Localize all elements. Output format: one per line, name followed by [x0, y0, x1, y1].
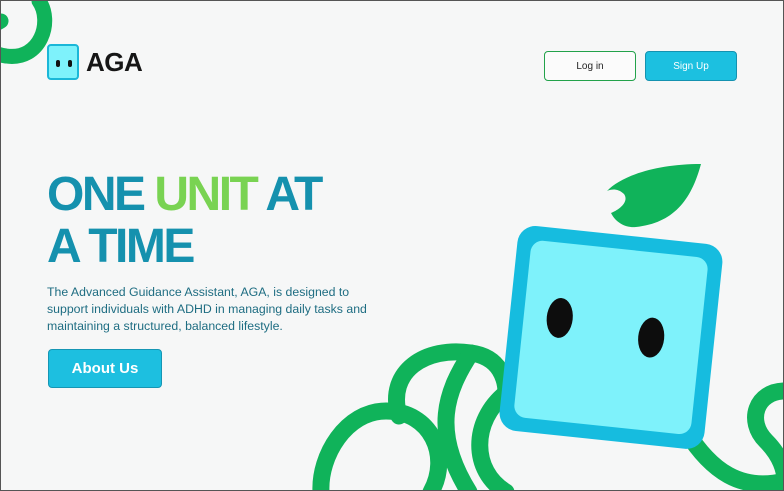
brand-logo[interactable]: AGA	[47, 44, 143, 80]
headline-line-1: ONE UNIT AT	[47, 168, 323, 221]
leaf-icon	[607, 164, 701, 228]
logo-left-eye	[56, 60, 60, 67]
vine-left	[312, 343, 515, 490]
logo-right-eye	[68, 60, 72, 67]
about-us-button[interactable]: About Us	[48, 349, 162, 388]
brand-name: AGA	[86, 46, 143, 77]
signup-button[interactable]: Sign Up	[645, 51, 737, 81]
top-left-swirl	[1, 1, 53, 64]
hero-description: The Advanced Guidance Assistant, AGA, is…	[47, 285, 367, 333]
robot-face-icon	[47, 44, 79, 80]
hero-headline: ONE UNIT AT A TIME	[47, 168, 323, 273]
mascot-robot	[499, 225, 723, 449]
headline-word-one: ONE	[47, 168, 155, 221]
landing-page: AGA Log in Sign Up ONE UNIT AT A TIME Th…	[0, 0, 784, 491]
headline-accent-word: UNIT	[154, 168, 258, 221]
login-button[interactable]: Log in	[544, 51, 636, 81]
headline-word-at: AT	[256, 168, 323, 221]
headline-line-2: A TIME	[47, 220, 195, 273]
